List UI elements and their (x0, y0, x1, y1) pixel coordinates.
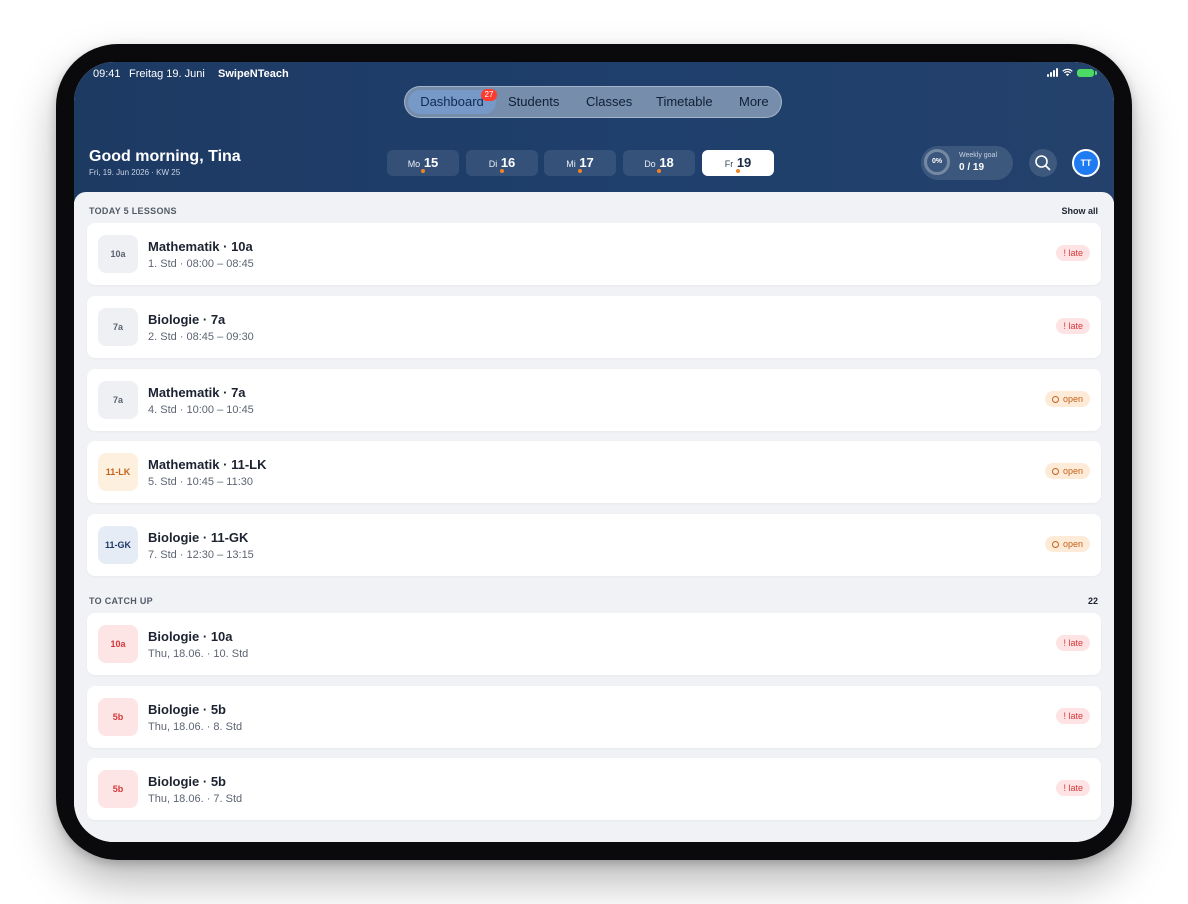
goal-label: Weekly goal (959, 152, 998, 159)
lesson-card[interactable]: 10a Mathematik · 10a 1. Std · 08:00 – 08… (87, 223, 1101, 285)
catchup-card[interactable]: 5b Biologie · 5b Thu, 18.06. · 7. Std ! … (87, 758, 1101, 820)
tab-students[interactable]: Students (508, 87, 559, 117)
notification-badge: 27 (481, 89, 497, 101)
day-number: 18 (659, 155, 674, 170)
lesson-title: Biologie · 5b (148, 774, 226, 789)
status-time: 09:41 (93, 68, 121, 80)
catchup-card[interactable]: 5b Biologie · 5b Thu, 18.06. · 8. Std ! … (87, 686, 1101, 748)
day-indicator-dot (421, 169, 425, 173)
status-badge: open (1044, 536, 1090, 552)
catchup-count: 22 (1087, 596, 1098, 606)
class-chip: 10a (98, 235, 138, 273)
lesson-title: Mathematik · 10a (148, 239, 253, 254)
status-badge-label: open (1062, 466, 1083, 476)
lesson-time: 7. Std · 12:30 – 13:15 (148, 549, 254, 561)
class-chip: 7a (98, 381, 138, 419)
class-chip: 5b (98, 770, 138, 808)
greeting-title: Good morning, Tina (89, 148, 241, 165)
status-badge: ! late (1056, 245, 1090, 261)
goal-value: 0 / 19 (959, 162, 985, 173)
class-chip: 11-LK (98, 453, 138, 491)
today-section-title: TODAY 5 LESSONS (89, 206, 177, 216)
day-indicator-dot (657, 169, 661, 173)
tab-timetable[interactable]: Timetable (656, 87, 713, 117)
status-badge: ! late (1056, 780, 1090, 796)
day-di[interactable]: Di 16 (466, 150, 538, 176)
status-badge: ! late (1056, 708, 1090, 724)
lesson-card[interactable]: 7a Mathematik · 7a 4. Std · 10:00 – 10:4… (87, 369, 1101, 431)
day-weekday: Fr (724, 159, 734, 169)
battery-icon (1077, 68, 1097, 77)
catchup-section-title: TO CATCH UP (89, 596, 153, 606)
tab-dashboard-label: Dashboard (420, 94, 484, 109)
day-mo[interactable]: Mo 15 (387, 150, 459, 176)
day-number: 19 (736, 155, 752, 170)
status-badge: open (1044, 391, 1090, 407)
open-circle-icon (1051, 541, 1059, 548)
class-chip: 10a (98, 625, 138, 663)
lesson-title: Mathematik · 11-LK (148, 457, 267, 472)
status-badge-label: open (1062, 394, 1083, 404)
tab-classes[interactable]: Classes (586, 87, 632, 117)
tab-more[interactable]: More (739, 87, 769, 117)
class-chip: 7a (98, 308, 138, 346)
show-all-link[interactable]: Show all (1061, 206, 1098, 216)
day-weekday: Mi (566, 159, 576, 169)
search-icon (1035, 155, 1051, 171)
lesson-time: Thu, 18.06. · 10. Std (148, 648, 249, 660)
status-app-name: SwipeNTeach (218, 68, 289, 80)
app-screen: 09:41 Freitag 19. Juni SwipeNTeach Dashb… (74, 62, 1114, 842)
status-date: Freitag 19. Juni (129, 68, 205, 80)
top-navigation: Dashboard 27 Students Classes Timetable … (404, 86, 782, 118)
search-button[interactable] (1029, 149, 1057, 177)
day-mi[interactable]: Mi 17 (544, 150, 616, 176)
date-subline: Fri, 19. Jun 2026 · KW 25 (89, 168, 181, 177)
day-do[interactable]: Do 18 (623, 150, 695, 176)
day-weekday: Di (488, 159, 498, 169)
lesson-title: Mathematik · 7a (148, 385, 246, 400)
open-circle-icon (1051, 396, 1059, 403)
dashboard-content: TODAY 5 LESSONS Show all 10a Mathematik … (74, 192, 1114, 842)
day-fr[interactable]: Fr 19 (702, 150, 774, 176)
lesson-card[interactable]: 7a Biologie · 7a 2. Std · 08:45 – 09:30 … (87, 296, 1101, 358)
lesson-time: 2. Std · 08:45 – 09:30 (148, 331, 254, 343)
status-indicators (1047, 68, 1097, 77)
lesson-title: Biologie · 5b (148, 702, 226, 717)
cellular-signal-icon (1047, 68, 1058, 77)
goal-progress-ring: 0% (924, 149, 950, 175)
wifi-icon (1062, 68, 1073, 77)
day-indicator-dot (578, 169, 582, 173)
day-number: 16 (500, 155, 516, 170)
lesson-card[interactable]: 11-GK Biologie · 11-GK 7. Std · 12:30 – … (87, 514, 1101, 576)
lesson-title: Biologie · 11-GK (148, 530, 249, 545)
lesson-title: Biologie · 10a (148, 629, 233, 644)
lesson-time: Thu, 18.06. · 8. Std (148, 721, 243, 733)
day-number: 17 (579, 155, 594, 170)
day-number: 15 (423, 155, 439, 170)
avatar[interactable]: TT (1072, 149, 1100, 177)
lesson-title: Biologie · 7a (148, 312, 226, 327)
class-chip: 5b (98, 698, 138, 736)
open-circle-icon (1051, 468, 1059, 475)
day-weekday: Do (644, 159, 656, 169)
lesson-time: 1. Std · 08:00 – 08:45 (148, 258, 254, 270)
day-weekday: Mo (407, 159, 421, 169)
header: 09:41 Freitag 19. Juni SwipeNTeach Dashb… (74, 62, 1114, 202)
weekly-goal-widget[interactable]: 0% Weekly goal 0 / 19 (921, 146, 1013, 180)
day-indicator-dot (500, 169, 504, 173)
lesson-time: Thu, 18.06. · 7. Std (148, 793, 243, 805)
status-badge: ! late (1056, 318, 1090, 334)
catchup-card[interactable]: 10a Biologie · 10a Thu, 18.06. · 10. Std… (87, 613, 1101, 675)
class-chip: 11-GK (98, 526, 138, 564)
day-indicator-dot (736, 169, 740, 173)
status-badge-label: open (1062, 539, 1083, 549)
status-badge: open (1044, 463, 1090, 479)
lesson-card[interactable]: 11-LK Mathematik · 11-LK 5. Std · 10:45 … (87, 441, 1101, 503)
status-badge: ! late (1056, 635, 1090, 651)
lesson-time: 5. Std · 10:45 – 11:30 (148, 476, 253, 488)
lesson-time: 4. Std · 10:00 – 10:45 (148, 404, 254, 416)
